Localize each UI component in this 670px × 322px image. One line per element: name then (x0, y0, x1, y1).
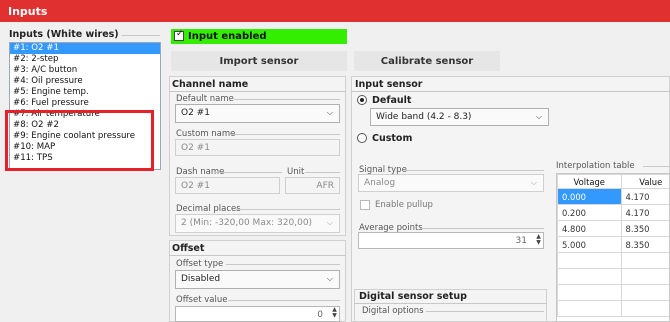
unit-field[interactable]: AFR (285, 177, 340, 194)
default-sensor-value: Wide band (4.2 - 8.3) (376, 112, 471, 122)
digital-options-label: Digital options (362, 306, 424, 316)
table-cell[interactable] (558, 285, 622, 301)
default-name-rule (234, 99, 340, 100)
default-name-label: Default name (176, 94, 234, 104)
offset-type-value: Disabled (181, 274, 220, 284)
decimal-places-value: 2 (Min: -320,00 Max: 320,00) (181, 218, 312, 228)
offset-title: Offset (172, 243, 204, 254)
offset-value-label: Offset value (176, 295, 227, 305)
signal-type-select[interactable]: Analog ⌵ (358, 174, 544, 192)
decimal-places-select[interactable]: 2 (Min: -320,00 Max: 320,00) ⌵ (175, 214, 340, 233)
table-cell[interactable]: 4.800 (558, 221, 622, 237)
default-name-select[interactable]: O2 #1 ⌵ (175, 104, 340, 123)
interpolation-grid: VoltageValue0.0004.1700.2004.1704.8008.3… (557, 174, 670, 317)
inputs-group-divider (122, 35, 160, 36)
unit-label: Unit (287, 167, 304, 177)
table-cell[interactable]: 4.170 (621, 189, 670, 205)
input-enabled-checkbox[interactable]: ✓ (174, 31, 184, 41)
default-sensor-select[interactable]: Wide band (4.2 - 8.3) ⌵ (370, 108, 549, 126)
table-row[interactable] (558, 253, 670, 269)
decimal-places-label: Decimal places (176, 204, 241, 214)
table-cell[interactable] (558, 301, 622, 317)
check-icon: ✓ (176, 29, 184, 39)
table-cell[interactable]: 0.200 (558, 205, 622, 221)
list-item[interactable]: #3: A/C button (10, 65, 160, 76)
digital-options-rule (426, 311, 544, 312)
average-points-rule (420, 228, 544, 229)
interpolation-title: Interpolation table (556, 161, 635, 171)
custom-name-label: Custom name (176, 129, 235, 139)
default-radio[interactable] (357, 95, 367, 105)
offset-type-label: Offset type (176, 259, 223, 269)
table-row[interactable]: 5.0008.350 (558, 237, 670, 253)
table-cell[interactable]: 0.000 (558, 189, 622, 205)
list-item[interactable]: #4: Oil pressure (10, 76, 160, 87)
table-cell[interactable] (621, 269, 670, 285)
input-sensor-title: Input sensor (355, 79, 422, 90)
offset-type-rule (226, 264, 340, 265)
input-enabled-toggle[interactable]: ✓ Input enabled (171, 29, 347, 44)
chevron-down-icon: ⌵ (531, 178, 537, 188)
chevron-down-icon: ⌵ (327, 108, 333, 118)
table-header: Voltage (558, 175, 622, 189)
average-points-spinner[interactable]: ▲▼ (534, 234, 543, 248)
enable-pullup-label: Enable pullup (375, 200, 433, 210)
table-cell[interactable]: 8.350 (621, 237, 670, 253)
table-cell[interactable] (621, 253, 670, 269)
average-points-input[interactable]: 31 (358, 232, 544, 249)
interpolation-rule (643, 166, 670, 167)
table-header: Value (621, 175, 670, 189)
custom-radio[interactable] (357, 133, 367, 143)
list-item[interactable]: #5: Engine temp. (10, 87, 160, 98)
chevron-down-icon: ⌵ (327, 218, 333, 228)
dash-name-rule (214, 172, 282, 173)
table-cell[interactable] (558, 269, 622, 285)
table-row[interactable] (558, 269, 670, 285)
table-cell[interactable]: 4.170 (621, 205, 670, 221)
unit-rule (305, 172, 340, 173)
list-item[interactable]: #6: Fuel pressure (10, 98, 160, 109)
table-cell[interactable]: 8.350 (621, 221, 670, 237)
offset-value-spinner[interactable]: ▲▼ (330, 307, 339, 321)
signal-type-rule (405, 170, 544, 171)
offset-type-select[interactable]: Disabled ⌵ (175, 270, 340, 289)
dash-name-field[interactable]: O2 #1 (175, 177, 280, 194)
table-cell[interactable] (558, 253, 622, 269)
table-cell[interactable] (621, 285, 670, 301)
table-row[interactable]: 0.0004.170 (558, 189, 670, 205)
import-sensor-button[interactable]: Import sensor (171, 51, 347, 71)
table-row[interactable]: 4.8008.350 (558, 221, 670, 237)
interpolation-table[interactable]: VoltageValue0.0004.1700.2004.1704.8008.3… (556, 173, 670, 322)
chevron-down-icon: ⌵ (327, 274, 333, 284)
inputs-group-title: Inputs (White wires) (9, 29, 119, 40)
table-cell[interactable]: 5.000 (558, 237, 622, 253)
offset-value-rule (228, 300, 340, 301)
table-row[interactable] (558, 301, 670, 317)
default-radio-label: Default (372, 95, 411, 106)
table-cell[interactable] (621, 301, 670, 317)
chevron-down-icon: ⌵ (536, 112, 542, 122)
highlight-box (5, 110, 154, 171)
custom-name-rule (230, 134, 340, 135)
list-item[interactable]: #1: O2 #1 (10, 43, 160, 54)
signal-type-value: Analog (364, 178, 395, 188)
table-row[interactable]: 0.2004.170 (558, 205, 670, 221)
table-row[interactable] (558, 285, 670, 301)
digital-sensor-title: Digital sensor setup (359, 291, 467, 302)
list-item[interactable]: #2: 2-step (10, 54, 160, 65)
calibrate-sensor-button[interactable]: Calibrate sensor (354, 51, 500, 71)
decimal-places-rule (236, 209, 340, 210)
enable-pullup-checkbox[interactable] (360, 200, 370, 210)
custom-radio-label: Custom (372, 133, 412, 144)
channel-name-title: Channel name (172, 79, 248, 90)
digital-divider (354, 303, 547, 304)
custom-name-field[interactable]: O2 #1 (175, 139, 340, 156)
offset-divider (169, 255, 346, 256)
channel-divider (169, 91, 346, 92)
window-title: Inputs (0, 0, 670, 22)
input-sensor-divider (351, 91, 670, 92)
default-name-value: O2 #1 (181, 108, 210, 118)
input-enabled-label: Input enabled (188, 31, 267, 42)
